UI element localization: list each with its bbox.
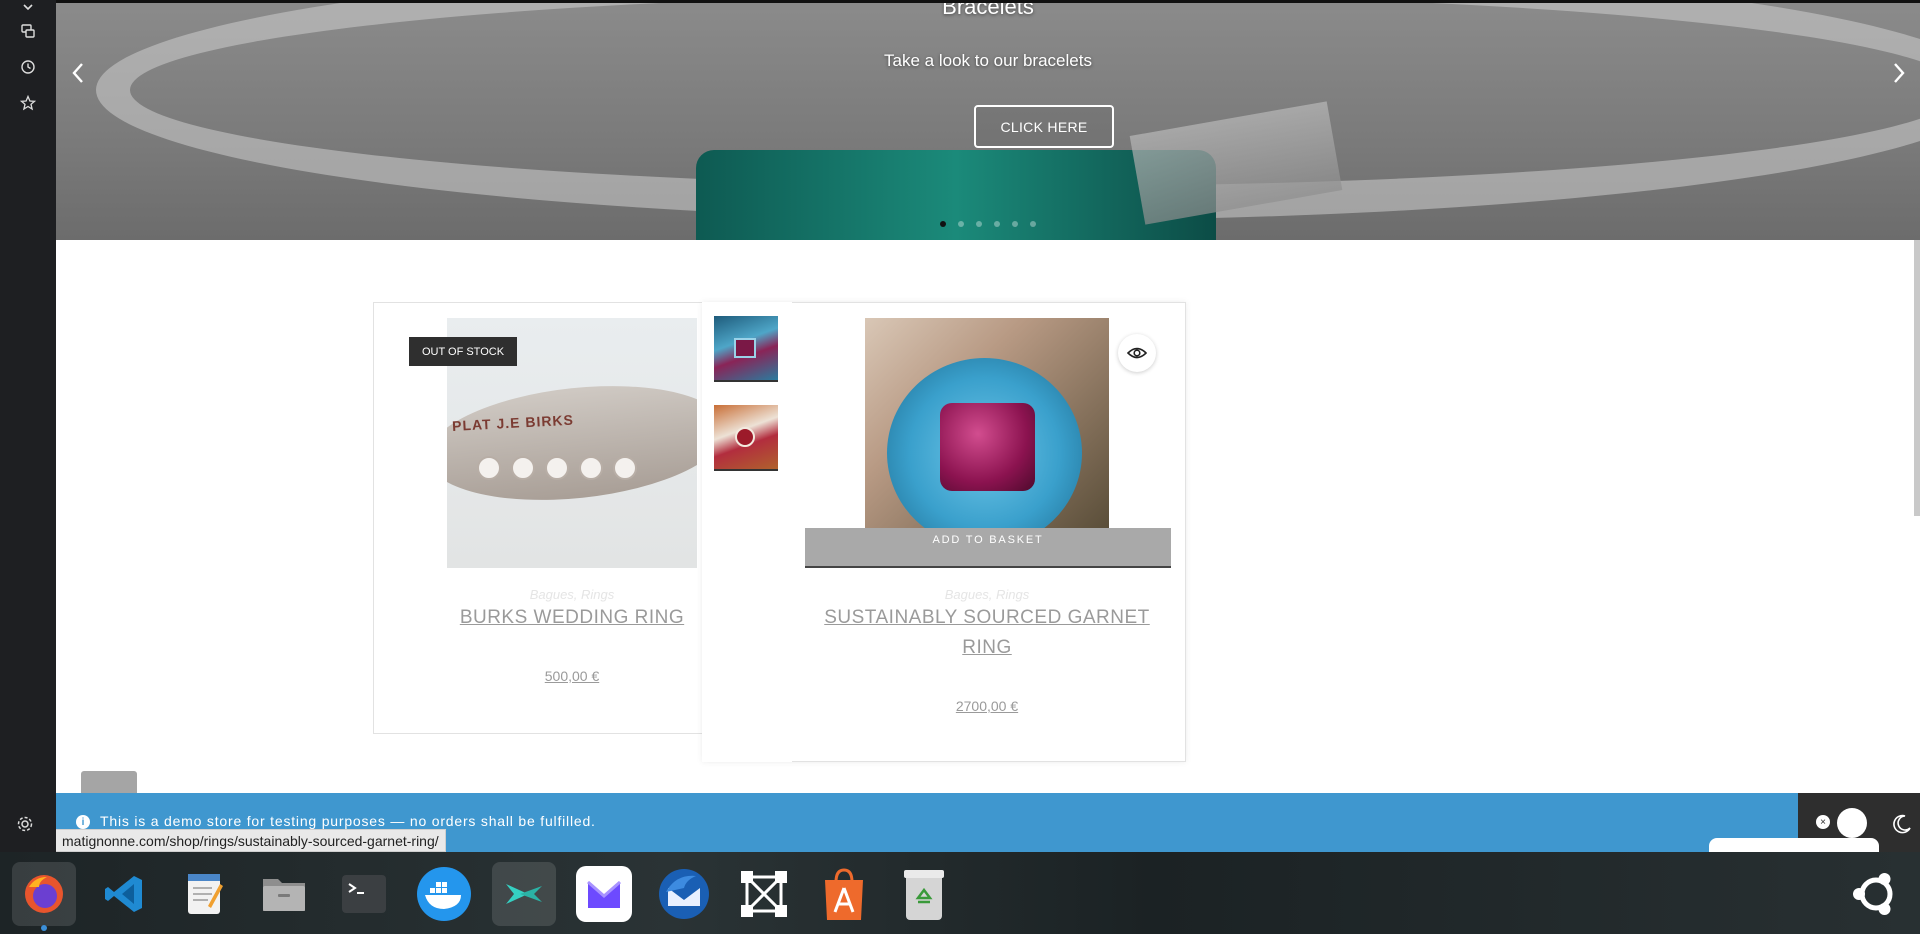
product-price-garnet: 2700,00 € xyxy=(955,698,1019,714)
slider-dot[interactable] xyxy=(958,221,964,227)
status-bar-url: matignonne.com/shop/rings/sustainably-so… xyxy=(56,829,446,852)
scroll-to-top-tab[interactable] xyxy=(81,771,137,793)
vscode-icon[interactable] xyxy=(92,862,156,926)
slider-dot[interactable] xyxy=(994,221,1000,227)
text-editor-icon[interactable] xyxy=(172,862,236,926)
chat-widget-tab[interactable] xyxy=(1709,838,1879,852)
product-categories[interactable]: Bagues, Rings xyxy=(822,587,1152,602)
slider-dot[interactable] xyxy=(1012,221,1018,227)
slider-dot[interactable] xyxy=(1030,221,1036,227)
info-icon: i xyxy=(76,815,90,829)
thumbnail-garnet-1[interactable] xyxy=(714,316,778,382)
toggle-knob[interactable] xyxy=(1837,808,1867,838)
quick-view-eye-icon[interactable] xyxy=(1118,334,1156,372)
ubuntu-icon[interactable] xyxy=(1844,862,1908,926)
trash-icon[interactable] xyxy=(892,862,956,926)
ring-band-image xyxy=(447,372,697,514)
terminal-icon[interactable] xyxy=(332,862,396,926)
history-icon[interactable] xyxy=(16,55,40,79)
demo-store-notice-text: This is a demo store for testing purpose… xyxy=(100,813,596,829)
app-store-icon[interactable] xyxy=(812,862,876,926)
product-categories[interactable]: Bagues, Rings xyxy=(410,587,734,602)
slider-next-chevron-right-icon[interactable] xyxy=(1884,58,1914,88)
kite-icon[interactable] xyxy=(492,862,556,926)
chevron-icon[interactable] xyxy=(16,0,40,16)
hero-slider: Bracelets Take a look to our bracelets C… xyxy=(56,0,1920,240)
slider-dot[interactable] xyxy=(940,221,946,227)
bookmarks-star-icon[interactable] xyxy=(16,91,40,115)
add-to-basket-button[interactable]: ADD TO BASKET xyxy=(805,528,1171,568)
files-icon[interactable] xyxy=(252,862,316,926)
product-title-garnet[interactable]: SUSTAINABLY SOURCED GARNET RING xyxy=(822,603,1152,663)
product-image-garnet[interactable] xyxy=(865,318,1109,528)
slider-prev-chevron-left-icon[interactable] xyxy=(63,58,93,88)
close-notice-icon[interactable]: × xyxy=(1816,815,1830,829)
out-of-stock-badge: OUT OF STOCK xyxy=(409,337,517,366)
thunderbird-icon[interactable] xyxy=(652,862,716,926)
firefox-icon[interactable] xyxy=(12,862,76,926)
synced-tabs-icon[interactable] xyxy=(16,19,40,43)
screen: Bracelets Take a look to our bracelets C… xyxy=(0,0,1920,934)
slider-dot[interactable] xyxy=(976,221,982,227)
page-scrollbar[interactable] xyxy=(1914,240,1920,516)
ring-stones-image xyxy=(477,456,647,490)
inkscape-icon[interactable] xyxy=(732,862,796,926)
product-price-burks: 500,00 € xyxy=(544,668,600,684)
top-edge-line xyxy=(56,0,1920,3)
product-title-burks[interactable]: BURKS WEDDING RING xyxy=(410,603,734,633)
garnet-stone-image xyxy=(940,403,1035,491)
sidebar-settings-gear-icon[interactable] xyxy=(16,815,40,839)
hero-title: Bracelets xyxy=(942,0,1034,19)
proton-mail-icon[interactable] xyxy=(572,862,636,926)
moon-icon xyxy=(1891,813,1913,835)
browser-sidebar xyxy=(0,0,56,852)
active-app-indicator xyxy=(41,925,47,931)
slider-pagination xyxy=(940,221,1036,227)
hero-subtitle: Take a look to our bracelets xyxy=(884,51,1092,70)
hero-cta-button[interactable]: CLICK HERE xyxy=(974,105,1114,148)
thumbnail-garnet-2[interactable] xyxy=(714,405,778,471)
docker-icon[interactable] xyxy=(412,862,476,926)
